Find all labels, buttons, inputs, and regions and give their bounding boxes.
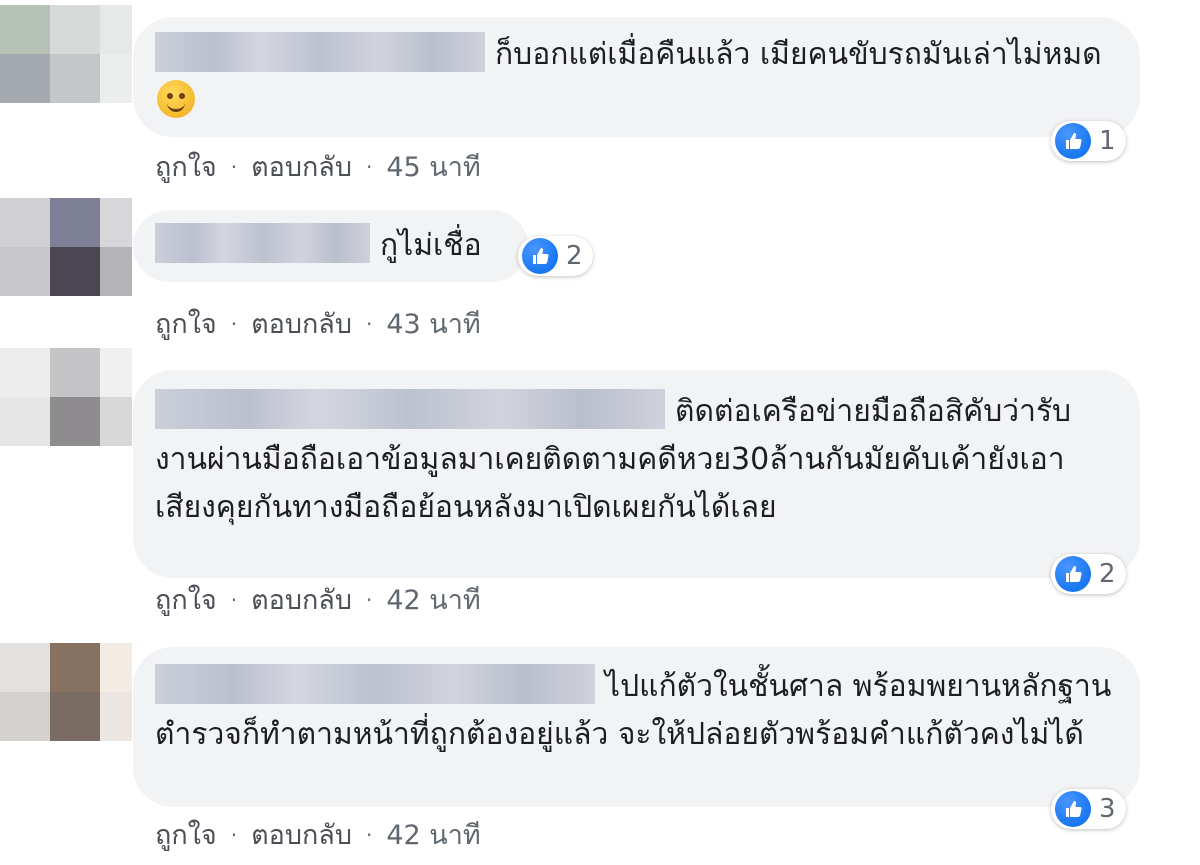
like-link[interactable]: ถูกใจ [155, 302, 217, 345]
thumbs-up-icon [1055, 123, 1091, 159]
thumbs-up-icon [1055, 791, 1091, 827]
comment: ไปแก้ตัวในชั้นศาล พร้อมพยานหลักฐาน ตำรวจ… [0, 643, 1200, 863]
author-name[interactable] [155, 664, 595, 704]
author-name[interactable] [155, 32, 485, 72]
thumbs-up-icon [1055, 556, 1091, 592]
reaction-number: 1 [1099, 126, 1116, 156]
comment: กูไม่เชื่อ 2 ถูกใจ · ตอบกลับ · 43 นาที [0, 198, 1200, 340]
comment-actions: ถูกใจ · ตอบกลับ · 42 นาที [155, 813, 481, 856]
reaction-count[interactable]: 1 [1051, 121, 1126, 161]
comment-actions: ถูกใจ · ตอบกลับ · 45 นาที [155, 145, 481, 188]
comment-bubble: ติดต่อเครือข่ายมือถือสิคับว่ารับงานผ่านม… [133, 370, 1140, 578]
timestamp[interactable]: 45 นาที [386, 145, 480, 188]
comment: ติดต่อเครือข่ายมือถือสิคับว่ารับงานผ่านม… [0, 348, 1200, 618]
separator: · [365, 154, 373, 179]
smiling-face-icon [157, 80, 195, 118]
separator: · [230, 311, 238, 336]
reaction-number: 2 [566, 241, 583, 271]
comment-bubble: ก็บอกแต่เมื่อคืนแล้ว เมียคนขับรถมันเล่าไ… [133, 17, 1140, 137]
like-link[interactable]: ถูกใจ [155, 813, 217, 856]
comment: ก็บอกแต่เมื่อคืนแล้ว เมียคนขับรถมันเล่าไ… [0, 5, 1200, 185]
author-name[interactable] [155, 223, 370, 263]
comment-actions: ถูกใจ · ตอบกลับ · 43 นาที [155, 302, 481, 345]
comment-text: ก็บอกแต่เมื่อคืนแล้ว เมียคนขับรถมันเล่าไ… [495, 37, 1102, 72]
avatar[interactable] [0, 643, 132, 741]
author-name[interactable] [155, 389, 665, 429]
timestamp[interactable]: 42 นาที [386, 578, 480, 621]
avatar[interactable] [0, 348, 132, 446]
reaction-number: 2 [1099, 559, 1116, 589]
separator: · [230, 822, 238, 847]
comment-bubble: กูไม่เชื่อ [133, 210, 528, 282]
avatar[interactable] [0, 198, 132, 296]
like-link[interactable]: ถูกใจ [155, 578, 217, 621]
reaction-count[interactable]: 3 [1051, 789, 1126, 829]
reaction-number: 3 [1099, 794, 1116, 824]
timestamp[interactable]: 43 นาที [386, 302, 480, 345]
separator: · [365, 587, 373, 612]
comment-text: กูไม่เชื่อ [380, 228, 482, 263]
reply-link[interactable]: ตอบกลับ [251, 302, 352, 345]
reply-link[interactable]: ตอบกลับ [251, 578, 352, 621]
reply-link[interactable]: ตอบกลับ [251, 813, 352, 856]
avatar[interactable] [0, 5, 132, 103]
reaction-count[interactable]: 2 [1051, 554, 1126, 594]
separator: · [230, 587, 238, 612]
reaction-count[interactable]: 2 [518, 236, 593, 276]
reply-link[interactable]: ตอบกลับ [251, 145, 352, 188]
comment-actions: ถูกใจ · ตอบกลับ · 42 นาที [155, 578, 481, 621]
thumbs-up-icon [522, 238, 558, 274]
separator: · [365, 822, 373, 847]
separator: · [365, 311, 373, 336]
comment-bubble: ไปแก้ตัวในชั้นศาล พร้อมพยานหลักฐาน ตำรวจ… [133, 647, 1140, 807]
separator: · [230, 154, 238, 179]
timestamp[interactable]: 42 นาที [386, 813, 480, 856]
like-link[interactable]: ถูกใจ [155, 145, 217, 188]
